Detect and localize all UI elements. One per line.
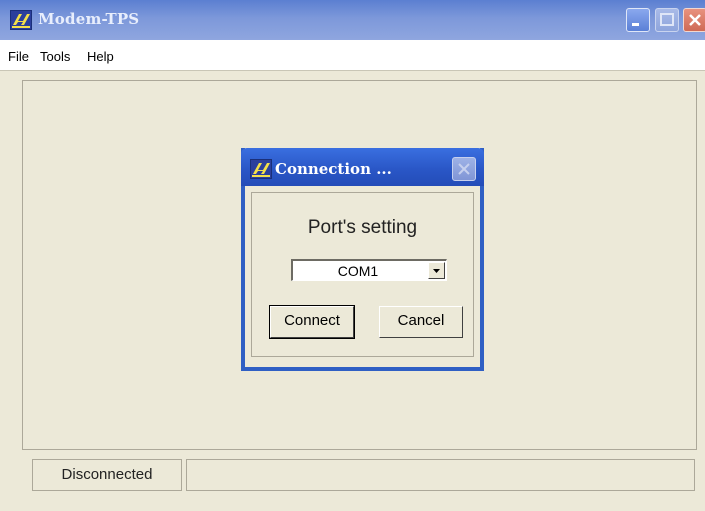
maximize-button[interactable] (655, 8, 679, 32)
minimize-icon (632, 23, 639, 26)
menu-file[interactable]: File (8, 49, 29, 64)
menu-help[interactable]: Help (87, 49, 114, 64)
main-window: Modem-TPS File Tools Help Disconnected C… (0, 0, 705, 511)
app-logo-icon (250, 159, 272, 179)
close-button[interactable] (683, 8, 705, 32)
status-info-panel (186, 459, 695, 491)
maximize-icon (660, 13, 674, 26)
dialog-panel: Port's setting COM1 Connect Cancel (251, 192, 474, 357)
window-title: Modem-TPS (38, 10, 140, 28)
connect-button[interactable]: Connect (269, 305, 355, 339)
status-bar: Disconnected (22, 455, 697, 495)
menu-bar: File Tools Help (0, 40, 705, 71)
app-logo-icon (10, 10, 32, 30)
minimize-button[interactable] (626, 8, 650, 32)
menu-tools[interactable]: Tools (40, 49, 70, 64)
close-icon (689, 14, 701, 26)
close-icon (458, 163, 470, 175)
dialog-title: Connection ... (275, 160, 392, 178)
port-dropdown-button[interactable] (428, 262, 445, 279)
dialog-title-bar[interactable]: Connection ... (241, 148, 484, 186)
connection-status: Disconnected (32, 459, 182, 491)
chevron-down-icon (433, 269, 440, 273)
cancel-button[interactable]: Cancel (379, 306, 463, 338)
connection-dialog: Connection ... Port's setting COM1 Conne… (241, 148, 484, 371)
dialog-close-button[interactable] (452, 157, 476, 181)
port-select-value: COM1 (337, 263, 379, 279)
port-setting-label: Port's setting (307, 217, 418, 238)
port-select[interactable]: COM1 (291, 259, 447, 281)
title-bar[interactable]: Modem-TPS (0, 0, 705, 40)
